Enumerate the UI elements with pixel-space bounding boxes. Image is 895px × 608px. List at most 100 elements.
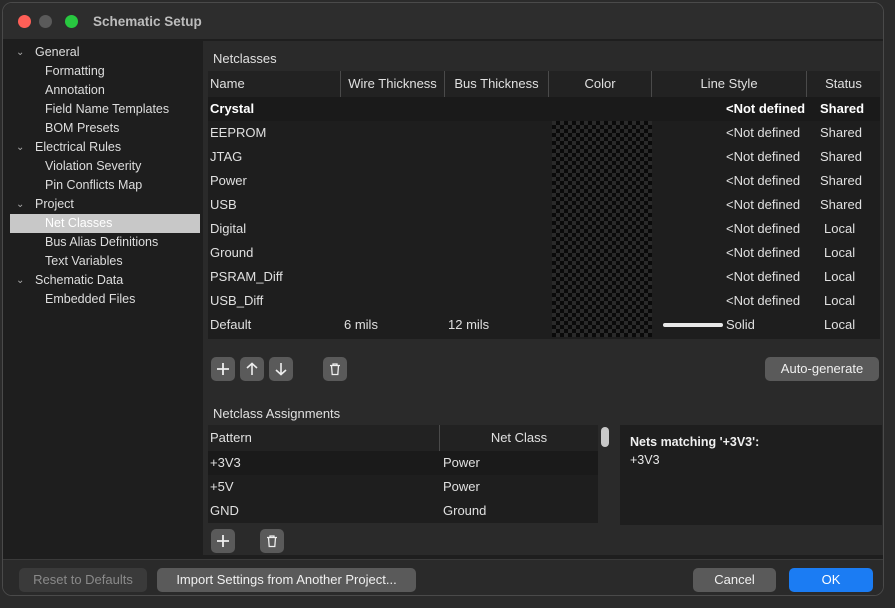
tree-item-electrical-rules[interactable]: ⌄ Electrical Rules	[10, 138, 200, 157]
tree-item-annotation[interactable]: Annotation	[10, 81, 200, 100]
chevron-down-icon[interactable]: ⌄	[16, 138, 24, 157]
netclasses-header: Name Wire Thickness Bus Thickness Color …	[208, 71, 880, 98]
row-name[interactable]: Default	[210, 313, 251, 337]
tree-item-pin-conflicts-map[interactable]: Pin Conflicts Map	[10, 176, 200, 195]
table-row[interactable]: USB_Diff <Not defined Local	[208, 289, 880, 313]
table-row[interactable]: GND Ground	[208, 499, 598, 523]
row-status: Local	[824, 245, 856, 260]
row-line-style[interactable]: <Not defined	[726, 265, 800, 289]
assignments-header: Pattern Net Class	[208, 425, 598, 452]
netclasses-grid[interactable]: Name Wire Thickness Bus Thickness Color …	[208, 71, 880, 339]
col-header-name[interactable]: Name	[208, 71, 341, 97]
row-status: Shared	[820, 149, 862, 164]
row-name[interactable]: EEPROM	[210, 121, 266, 145]
chevron-down-icon[interactable]: ⌄	[16, 271, 24, 290]
row-name[interactable]: Ground	[210, 241, 253, 265]
row-wire-thickness[interactable]: 6 mils	[344, 313, 378, 337]
row-line-style[interactable]: <Not defined	[726, 193, 800, 217]
move-down-button[interactable]	[269, 357, 293, 381]
table-row[interactable]: USB <Not defined Shared	[208, 193, 880, 217]
import-settings-button[interactable]: Import Settings from Another Project...	[157, 568, 416, 592]
minimize-window-button[interactable]	[39, 15, 52, 28]
row-name[interactable]: Crystal	[210, 97, 254, 121]
row-bus-thickness[interactable]: 12 mils	[448, 313, 489, 337]
row-name[interactable]: USB_Diff	[210, 289, 263, 313]
row-name[interactable]: PSRAM_Diff	[210, 265, 283, 289]
row-status: Shared	[820, 125, 862, 140]
col-header-color[interactable]: Color	[549, 71, 652, 97]
table-row[interactable]: +3V3 Power	[208, 451, 598, 475]
tree-item-schematic-data[interactable]: ⌄ Schematic Data	[10, 271, 200, 290]
tree-item-field-name-templates[interactable]: Field Name Templates	[10, 100, 200, 119]
tree-item-general[interactable]: ⌄ General	[10, 43, 200, 62]
table-row[interactable]: Ground <Not defined Local	[208, 241, 880, 265]
tree-item-embedded-files[interactable]: Embedded Files	[10, 290, 200, 309]
row-line-style[interactable]: <Not defined	[726, 145, 800, 169]
tree-item-bus-alias-definitions[interactable]: Bus Alias Definitions	[10, 233, 200, 252]
row-net-class[interactable]: Power	[443, 475, 480, 499]
col-header-status[interactable]: Status	[807, 71, 880, 97]
ok-button[interactable]: OK	[789, 568, 873, 592]
tree-item-text-variables[interactable]: Text Variables	[10, 252, 200, 271]
netclasses-title: Netclasses	[213, 51, 277, 66]
row-status: Local	[824, 317, 856, 332]
col-header-pattern[interactable]: Pattern	[208, 425, 440, 451]
col-header-net-class[interactable]: Net Class	[440, 425, 598, 451]
tree-item-net-classes[interactable]: Net Classes	[10, 214, 200, 233]
maximize-window-button[interactable]	[65, 15, 78, 28]
table-row[interactable]: Digital <Not defined Local	[208, 217, 880, 241]
auto-generate-button[interactable]: Auto-generate	[765, 357, 879, 381]
row-name[interactable]: Power	[210, 169, 247, 193]
row-line-style[interactable]: <Not defined	[726, 121, 800, 145]
row-net-class[interactable]: Ground	[443, 499, 486, 523]
row-line-style[interactable]: <Not defined	[726, 241, 800, 265]
tree-item-label: Schematic Data	[35, 273, 124, 287]
row-net-class[interactable]: Power	[443, 451, 480, 475]
row-line-style[interactable]: <Not defined	[726, 169, 800, 193]
table-row[interactable]: EEPROM <Not defined Shared	[208, 121, 880, 145]
row-line-style[interactable]: <Not defined	[726, 217, 800, 241]
tree-item-label: Electrical Rules	[35, 140, 122, 154]
scrollbar-thumb[interactable]	[601, 427, 609, 447]
delete-assignment-button[interactable]	[260, 529, 284, 553]
close-window-button[interactable]	[18, 15, 31, 28]
cancel-button[interactable]: Cancel	[693, 568, 776, 592]
row-pattern[interactable]: GND	[210, 499, 239, 523]
table-row[interactable]: Crystal <Not defined Shared	[208, 97, 880, 121]
tree-item-label: Project	[35, 197, 74, 211]
settings-tree: ⌄ General Formatting Annotation Field Na…	[10, 41, 200, 555]
move-up-button[interactable]	[240, 357, 264, 381]
col-header-wire-thickness[interactable]: Wire Thickness	[341, 71, 445, 97]
tree-item-project[interactable]: ⌄ Project	[10, 195, 200, 214]
tree-item-label: Violation Severity	[45, 159, 142, 173]
row-line-style[interactable]: Solid	[726, 313, 755, 337]
add-netclass-button[interactable]	[211, 357, 235, 381]
table-row[interactable]: JTAG <Not defined Shared	[208, 145, 880, 169]
delete-netclass-button[interactable]	[323, 357, 347, 381]
add-assignment-button[interactable]	[211, 529, 235, 553]
assignments-grid[interactable]: Pattern Net Class +3V3 Power +5V Power G…	[208, 425, 598, 523]
row-name[interactable]: USB	[210, 193, 237, 217]
tree-item-label: General	[35, 45, 80, 59]
table-row[interactable]: +5V Power	[208, 475, 598, 499]
col-header-bus-thickness[interactable]: Bus Thickness	[445, 71, 549, 97]
reset-to-defaults-button[interactable]: Reset to Defaults	[19, 568, 147, 592]
row-line-style[interactable]: <Not defined	[726, 289, 800, 313]
row-name[interactable]: Digital	[210, 217, 246, 241]
assignments-scrollbar[interactable]	[601, 427, 609, 523]
chevron-down-icon[interactable]: ⌄	[16, 43, 24, 62]
nets-matching-item: +3V3	[630, 453, 660, 467]
tree-item-formatting[interactable]: Formatting	[10, 62, 200, 81]
row-line-style[interactable]: <Not defined	[726, 97, 805, 121]
table-row[interactable]: Power <Not defined Shared	[208, 169, 880, 193]
table-row[interactable]: PSRAM_Diff <Not defined Local	[208, 265, 880, 289]
tree-item-bom-presets[interactable]: BOM Presets	[10, 119, 200, 138]
row-pattern[interactable]: +5V	[210, 475, 234, 499]
row-name[interactable]: JTAG	[210, 145, 242, 169]
row-pattern[interactable]: +3V3	[210, 451, 241, 475]
tree-item-violation-severity[interactable]: Violation Severity	[10, 157, 200, 176]
col-header-line-style[interactable]: Line Style	[652, 71, 807, 97]
window-title: Schematic Setup	[93, 14, 202, 29]
table-row[interactable]: Default 6 mils 12 mils Solid Local	[208, 313, 880, 337]
chevron-down-icon[interactable]: ⌄	[16, 195, 24, 214]
